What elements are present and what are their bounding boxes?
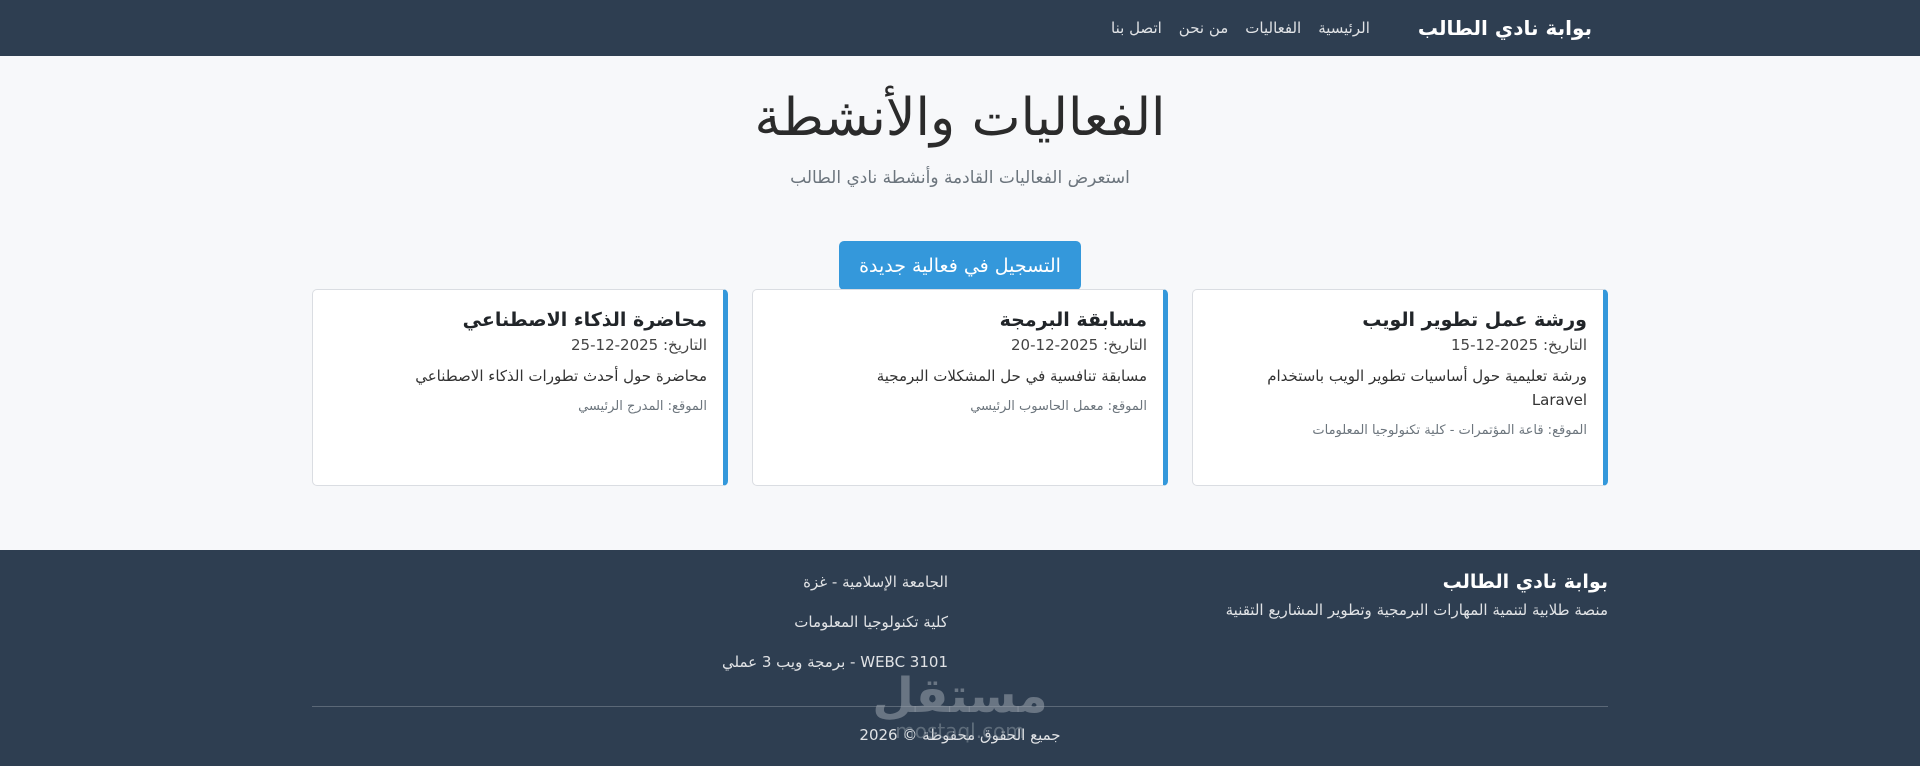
navbar-inner: بوابة نادي الطالب الرئيسية الفعاليات من … <box>1111 0 1592 56</box>
event-date: التاريخ: 2025-12-25 <box>571 336 707 354</box>
footer-university: الجامعة الإسلامية - غزة <box>803 573 948 591</box>
page-title: الفعاليات والأنشطة <box>754 88 1166 148</box>
event-location: الموقع: معمل الحاسوب الرئيسي <box>970 399 1147 414</box>
event-location: الموقع: المدرج الرئيسي <box>578 399 707 414</box>
site-footer: بوابة نادي الطالب منصة طلابية لتنمية الم… <box>0 550 1920 766</box>
event-location: الموقع: قاعة المؤتمرات - كلية تكنولوجيا … <box>1312 423 1587 438</box>
event-description: ورشة تعليمية حول أساسيات تطوير الويب باس… <box>1267 367 1587 409</box>
event-date: التاريخ: 2025-12-15 <box>1451 336 1587 354</box>
event-card: محاضرة الذكاء الاصطناعي التاريخ: 2025-12… <box>312 289 728 486</box>
hero-section: الفعاليات والأنشطة استعرض الفعاليات القا… <box>0 86 1920 188</box>
event-title: مسابقة البرمجة <box>999 309 1147 331</box>
footer-divider <box>312 706 1608 707</box>
footer-about: بوابة نادي الطالب منصة طلابية لتنمية الم… <box>1188 570 1608 619</box>
event-title: محاضرة الذكاء الاصطناعي <box>462 309 707 331</box>
event-title: ورشة عمل تطوير الويب <box>1362 309 1587 331</box>
events-list: ورشة عمل تطوير الويب التاريخ: 2025-12-15… <box>312 289 1608 486</box>
page-subtitle: استعرض الفعاليات القادمة وأنشطة نادي الط… <box>790 168 1130 188</box>
nav-link-events[interactable]: الفعاليات <box>1245 19 1301 37</box>
copyright-text: جميع الحقوق محفوظة © 2026 <box>859 726 1061 744</box>
nav-links: الرئيسية الفعاليات من نحن اتصل بنا <box>1111 19 1370 37</box>
nav-link-home[interactable]: الرئيسية <box>1318 19 1370 37</box>
navbar-brand[interactable]: بوابة نادي الطالب <box>1418 16 1592 40</box>
footer-faculty: كلية تكنولوجيا المعلومات <box>794 613 948 631</box>
nav-link-contact[interactable]: اتصل بنا <box>1111 19 1162 37</box>
register-event-button[interactable]: التسجيل في فعالية جديدة <box>839 241 1081 290</box>
event-description: مسابقة تنافسية في حل المشكلات البرمجية <box>876 367 1147 385</box>
nav-link-about[interactable]: من نحن <box>1179 19 1229 37</box>
event-description: محاضرة حول أحدث تطورات الذكاء الاصطناعي <box>415 367 707 385</box>
footer-description: منصة طلابية لتنمية المهارات البرمجية وتط… <box>1225 601 1608 619</box>
top-navbar: بوابة نادي الطالب الرئيسية الفعاليات من … <box>0 0 1920 56</box>
event-card: مسابقة البرمجة التاريخ: 2025-12-20 مسابق… <box>752 289 1168 486</box>
footer-title: بوابة نادي الطالب <box>1442 571 1608 593</box>
footer-course: WEBC 3101 - برمجة ويب 3 عملي <box>721 653 948 671</box>
event-card: ورشة عمل تطوير الويب التاريخ: 2025-12-15… <box>1192 289 1608 486</box>
event-date: التاريخ: 2025-12-20 <box>1011 336 1147 354</box>
footer-info: الجامعة الإسلامية - غزة كلية تكنولوجيا ا… <box>628 572 948 692</box>
